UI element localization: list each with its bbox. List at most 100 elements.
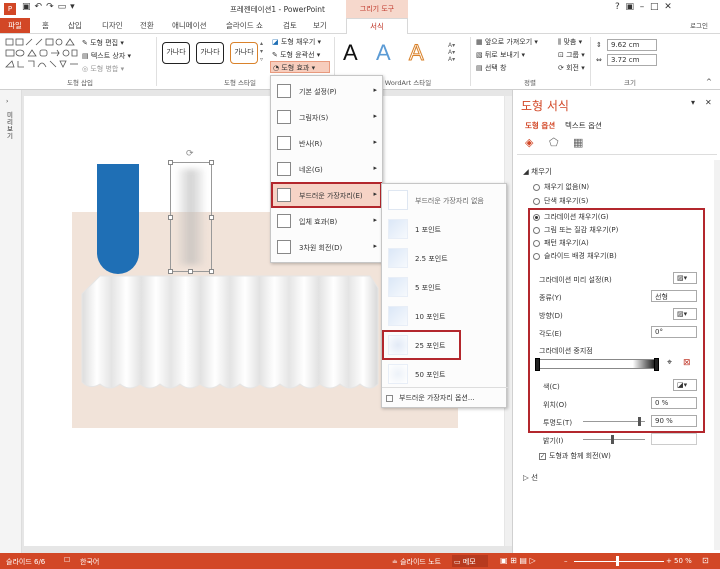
brightness-input[interactable] [651, 433, 697, 445]
angle-input[interactable]: 0° [651, 326, 697, 338]
selected-shape[interactable]: ⟳ [168, 149, 214, 274]
undo-icon[interactable]: ↶ [35, 2, 43, 12]
tab-design[interactable]: 디자인 [102, 20, 123, 31]
sign-in-link[interactable]: 로그인 [690, 20, 708, 30]
picture-fill-option[interactable]: 그림 또는 질감 채우기(P) [533, 225, 713, 239]
effects-menu-item[interactable]: 그림자(S) ▸ [271, 104, 382, 130]
send-backward-button[interactable]: ▧ 뒤로 보내기 ▾ [476, 50, 525, 60]
gradient-stop-handle[interactable] [654, 358, 659, 371]
align-button[interactable]: ⫼ 맞춤 ▾ [558, 37, 582, 47]
fill-line-icon[interactable]: ◈ [525, 136, 533, 149]
maximize-icon[interactable]: □ [650, 2, 659, 12]
style-sample-3[interactable]: 가나다 [230, 42, 258, 64]
direction-dropdown[interactable]: ▨▾ [673, 308, 697, 320]
effects-menu-item[interactable]: 네온(G) ▸ [271, 156, 382, 182]
soft-edge-option[interactable]: 10 포인트 [382, 302, 508, 330]
gradient-stops-bar[interactable] [539, 359, 657, 369]
brightness-slider-track[interactable] [583, 439, 645, 440]
rotate-button[interactable]: ⟳ 회전 ▾ [558, 63, 585, 73]
tab-view[interactable]: 보기 [313, 20, 327, 31]
blue-rounded-shape[interactable] [97, 164, 139, 274]
zoom-in-icon[interactable]: + [666, 557, 672, 565]
selection-pane-button[interactable]: ▤ 선택 창 [476, 63, 506, 73]
text-box-button[interactable]: ▤ 텍스트 상자 ▾ [82, 51, 131, 61]
slideshow-view-icon[interactable]: ▷ [529, 556, 535, 565]
fit-slide-icon[interactable]: ⊡ [702, 556, 709, 565]
slide-bg-fill-option[interactable]: 슬라이드 배경 채우기(B) [533, 251, 713, 265]
position-input[interactable]: 0 % [651, 397, 697, 409]
resize-handle[interactable] [168, 215, 173, 220]
style-sample-2[interactable]: 가나다 [196, 42, 224, 64]
close-icon[interactable]: ✕ [664, 2, 672, 12]
present-icon[interactable]: ▭ [58, 2, 67, 12]
shape-fill-button[interactable]: ◪ 도형 채우기 ▾ [272, 37, 321, 47]
tab-file[interactable]: 파일 [0, 18, 30, 33]
customize-icon[interactable]: ▾ [70, 2, 75, 12]
wordart-sample-3[interactable]: A [409, 40, 425, 66]
width-input[interactable]: 3.72 cm [607, 54, 657, 66]
resize-handle[interactable] [209, 215, 214, 220]
group-button[interactable]: ⊡ 그룹 ▾ [558, 50, 585, 60]
soft-edge-option[interactable]: 50 포인트 [382, 360, 508, 388]
wordart-sample-1[interactable]: A [343, 40, 358, 66]
soft-edge-option[interactable]: 2.5 포인트 [382, 244, 508, 272]
pane-scrollbar[interactable] [714, 160, 720, 550]
thumbnail-label[interactable]: 미리 보기 [7, 112, 15, 140]
tab-text-options[interactable]: 텍스트 옵션 [565, 120, 602, 131]
no-fill-option[interactable]: 채우기 없음(N) [533, 182, 713, 196]
shape-outline-button[interactable]: ✎ 도형 윤곽선 ▾ [272, 50, 320, 60]
style-gallery-scroll[interactable]: ▴ ▾ ▿ [260, 40, 263, 64]
resize-handle[interactable] [168, 160, 173, 165]
edit-shape-button[interactable]: ✎ 도형 편집 ▾ [82, 38, 124, 48]
tab-review[interactable]: 검토 [283, 20, 297, 31]
effects-menu-item[interactable]: 3차원 회전(D) ▸ [271, 234, 382, 260]
soft-edge-option[interactable]: 부드러운 가장자리 없음 [382, 186, 508, 214]
rotate-handle-icon[interactable]: ⟳ [186, 149, 194, 159]
resize-handle[interactable] [209, 160, 214, 165]
pane-dropdown-icon[interactable]: ▾ [691, 98, 695, 107]
tab-insert[interactable]: 삽입 [68, 20, 82, 31]
effects-menu-item[interactable]: 입체 효과(B) ▸ [271, 208, 382, 234]
tab-shape-options[interactable]: 도형 옵션 [525, 120, 555, 131]
tab-transitions[interactable]: 전환 [140, 20, 154, 31]
transparency-input[interactable]: 90 % [651, 415, 697, 427]
reading-view-icon[interactable]: ▤ [519, 556, 527, 565]
color-picker-dropdown[interactable]: ◪▾ [673, 379, 697, 391]
tab-slideshow[interactable]: 슬라이드 쇼 [226, 20, 263, 31]
shape-effects-button[interactable]: ◔ 도형 효과 ▾ [270, 61, 330, 73]
ribbon-display-icon[interactable]: ▣ [626, 2, 635, 12]
brightness-slider-thumb[interactable] [611, 435, 614, 444]
tab-home[interactable]: 홈 [42, 20, 49, 31]
slide-sorter-icon[interactable]: ⊞ [510, 556, 517, 565]
soft-edges-options-link[interactable]: 부드러운 가장자리 옵션... [382, 387, 508, 407]
language-indicator[interactable]: 한국어 [80, 557, 99, 567]
minimize-icon[interactable]: – [640, 2, 645, 12]
notes-button[interactable]: ≐ 슬라이드 노트 [392, 557, 441, 567]
size-properties-icon[interactable]: ▦ [573, 136, 583, 149]
collapse-ribbon-icon[interactable]: ^ [706, 78, 712, 86]
normal-view-icon[interactable]: ▣ [500, 556, 508, 565]
fill-section-header[interactable]: ◢ 채우기 [523, 166, 552, 177]
pattern-fill-option[interactable]: 패턴 채우기(A) [533, 238, 713, 252]
expand-arrow-icon[interactable]: › [6, 98, 8, 105]
style-sample-1[interactable]: 가나다 [162, 42, 190, 64]
transparency-slider-thumb[interactable] [638, 417, 641, 426]
merge-shapes-button[interactable]: ◎ 도형 병합 ▾ [82, 64, 124, 74]
zoom-level[interactable]: 50 % [674, 557, 692, 565]
pane-close-icon[interactable]: ✕ [705, 98, 712, 107]
remove-stop-icon[interactable]: ⊠ [683, 358, 691, 368]
line-section-header[interactable]: ▷ 선 [523, 472, 538, 483]
rotate-with-shape-checkbox[interactable]: ✓ 도형과 함께 회전(W) [539, 451, 611, 461]
gradient-preset-dropdown[interactable]: ▨▾ [673, 272, 697, 284]
shape-gallery[interactable] [4, 37, 80, 73]
height-input[interactable]: 9.62 cm [607, 39, 657, 51]
soft-edges-menu-item[interactable]: 부드러운 가장자리(E) ▸ [271, 182, 382, 208]
save-icon[interactable]: ▣ [22, 2, 31, 12]
transparency-slider-track[interactable] [583, 421, 645, 422]
text-fill-icon[interactable]: A▾ A▾ A▾ [448, 42, 455, 63]
zoom-slider-thumb[interactable] [616, 556, 619, 566]
comments-button[interactable]: ▭ 메모 [452, 555, 488, 567]
bring-forward-button[interactable]: ▦ 앞으로 가져오기 ▾ [476, 37, 538, 47]
effects-pentagon-icon[interactable]: ⬠ [549, 136, 559, 149]
gradient-stop-handle[interactable] [535, 358, 540, 371]
